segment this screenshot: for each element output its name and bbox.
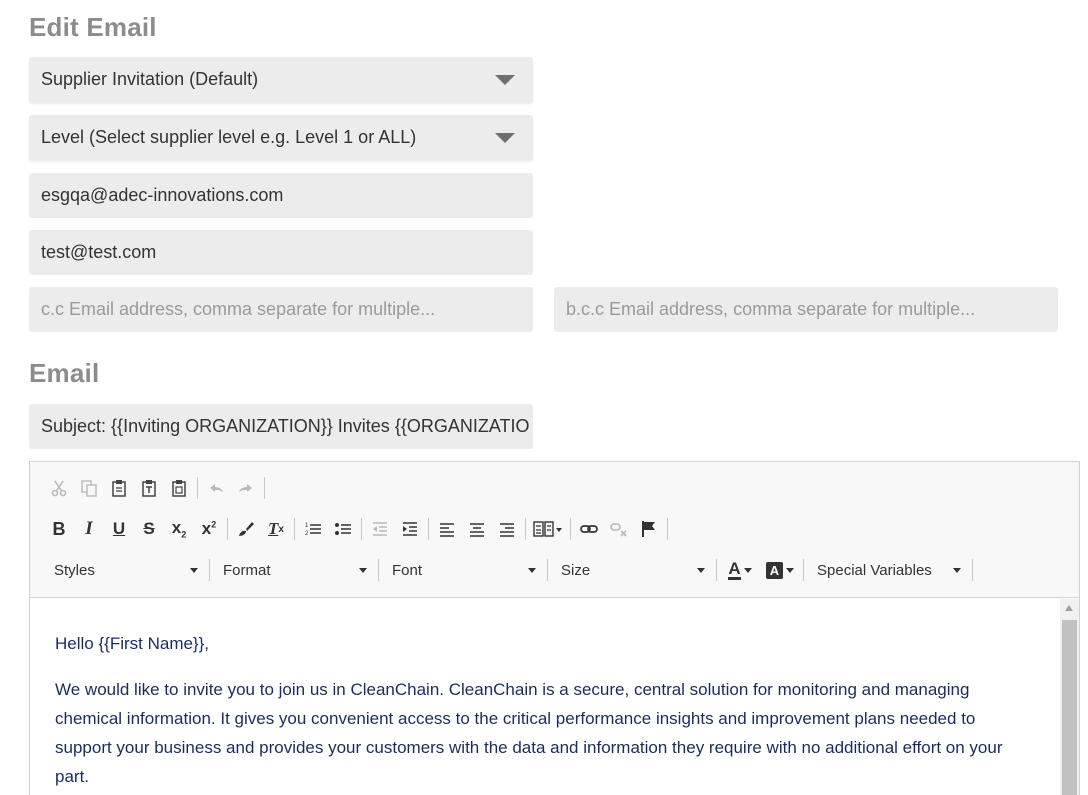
from-email-value: esgqa@adec-innovations.com [41,185,284,205]
unlink-icon[interactable] [604,515,634,543]
bulleted-list-icon[interactable] [328,515,358,543]
toolbar-row-combos: Styles Format Font Size A A Special Vari… [44,555,976,585]
align-left-icon[interactable] [432,515,462,543]
subject-value: Subject: {{Inviting ORGANIZATION}} Invit… [41,416,530,436]
email-body-paragraph: We would like to invite you to join us i… [55,680,1003,786]
chevron-down-icon [743,567,752,573]
format-dropdown-label: Format [223,561,271,579]
toolbar-row-clipboard [44,473,268,503]
anchor-icon[interactable] [634,515,664,543]
email-greeting: Hello {{First Name}}, [55,634,210,653]
toolbar-separator [525,518,526,540]
scroll-up-arrow-icon[interactable] [1065,605,1073,611]
text-color-icon: A [728,558,741,580]
remove-format-icon[interactable]: Tx [261,515,291,543]
paste-text-icon[interactable] [134,474,164,502]
background-color-icon: A [766,561,783,579]
styles-dropdown[interactable]: Styles [44,556,206,584]
copy-icon[interactable] [74,474,104,502]
toolbar-separator [361,518,362,540]
email-heading: Email [29,358,100,388]
toolbar-separator [570,518,571,540]
from-email-field[interactable]: esgqa@adec-innovations.com [29,173,533,218]
email-template-select[interactable]: Supplier Invitation (Default) [29,57,533,102]
chevron-down-icon [786,567,794,573]
bidi-icon[interactable] [529,515,567,543]
italic-icon[interactable]: I [74,515,104,543]
toolbar-separator [378,559,379,581]
styles-dropdown-label: Styles [54,561,95,579]
strikethrough-icon[interactable]: S [134,515,164,543]
toolbar-separator [716,559,717,581]
chevron-down-icon [190,567,198,573]
chevron-down-icon [359,567,367,573]
toolbar-separator [428,518,429,540]
font-dropdown-label: Font [392,561,423,579]
copy-formatting-icon[interactable] [231,515,261,543]
toolbar-separator [547,559,548,581]
redo-icon[interactable] [231,474,261,502]
background-color-button[interactable]: A [760,556,800,584]
toolbar-separator [227,518,228,540]
paste-icon[interactable] [104,474,134,502]
bold-icon[interactable]: B [44,515,74,543]
text-color-button[interactable]: A [720,556,760,584]
toolbar-separator [209,559,210,581]
subject-field[interactable]: Subject: {{Inviting ORGANIZATION}} Invit… [29,404,533,449]
chevron-down-icon [528,567,536,573]
rich-text-editor: B I U S x2 x2 Tx 12 Styles Format Font S… [29,461,1080,795]
toolbar-row-formatting: B I U S x2 x2 Tx 12 [44,514,671,544]
toolbar-separator [197,477,198,499]
editor-scrollbar[interactable] [1060,599,1079,795]
numbered-list-icon[interactable]: 12 [298,515,328,543]
font-dropdown[interactable]: Font [382,556,544,584]
editor-toolbar: B I U S x2 x2 Tx 12 Styles Format Font S… [30,462,1079,598]
cc-email-placeholder: c.c Email address, comma separate for mu… [41,299,436,319]
subscript-icon[interactable]: x2 [164,515,194,543]
toolbar-separator [803,559,804,581]
cc-email-field[interactable]: c.c Email address, comma separate for mu… [29,287,533,332]
svg-text:2: 2 [305,531,309,537]
special-variables-dropdown-label: Special Variables [817,561,932,579]
to-email-value: test@test.com [41,242,157,262]
svg-text:1: 1 [305,523,309,529]
size-dropdown-label: Size [561,561,591,579]
paste-word-icon[interactable] [164,474,194,502]
editor-content-area[interactable]: Hello {{First Name}}, We would like to i… [30,599,1060,795]
toolbar-separator [667,518,668,540]
superscript-icon[interactable]: x2 [194,515,224,543]
indent-icon[interactable] [395,515,425,543]
undo-icon[interactable] [201,474,231,502]
edit-email-heading: Edit Email [29,12,157,42]
toolbar-separator [264,477,265,499]
toolbar-separator [294,518,295,540]
underline-icon[interactable]: U [104,515,134,543]
chevron-down-icon [953,567,961,573]
size-dropdown[interactable]: Size [551,556,713,584]
email-template-select-value: Supplier Invitation (Default) [41,69,259,89]
format-dropdown[interactable]: Format [213,556,375,584]
align-right-icon[interactable] [492,515,522,543]
scrollbar-thumb[interactable] [1062,620,1077,795]
link-icon[interactable] [574,515,604,543]
chevron-down-icon [697,567,705,573]
cut-icon[interactable] [44,474,74,502]
chevron-down-icon [495,133,515,143]
supplier-level-select-value: Level (Select supplier level e.g. Level … [41,127,417,147]
to-email-field[interactable]: test@test.com [29,230,533,275]
align-center-icon[interactable] [462,515,492,543]
special-variables-dropdown[interactable]: Special Variables [807,556,969,584]
bcc-email-placeholder: b.c.c Email address, comma separate for … [566,299,976,319]
bcc-email-field[interactable]: b.c.c Email address, comma separate for … [554,287,1058,332]
outdent-icon[interactable] [365,515,395,543]
chevron-down-icon [495,75,515,85]
toolbar-separator [972,559,973,581]
supplier-level-select[interactable]: Level (Select supplier level e.g. Level … [29,115,533,160]
